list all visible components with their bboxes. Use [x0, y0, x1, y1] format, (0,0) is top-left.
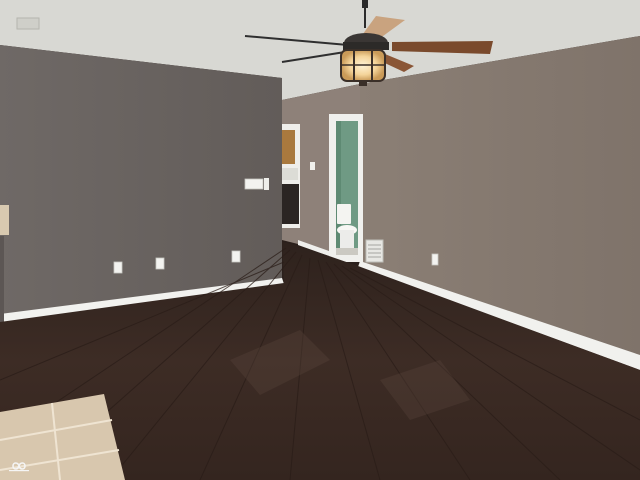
room-photo [0, 0, 640, 480]
bathroom-doorway [329, 114, 363, 262]
kitchen-doorway [282, 124, 300, 228]
infinity-logo-icon [9, 462, 29, 472]
wall-vent [365, 239, 384, 263]
back-wall-switch [310, 162, 315, 170]
light-switch-plate [244, 178, 264, 190]
left-edge-counter [0, 205, 9, 235]
left-wall [0, 45, 282, 318]
thermostat [264, 178, 269, 190]
ceiling-vent [16, 17, 40, 30]
toilet-tank [337, 204, 351, 224]
